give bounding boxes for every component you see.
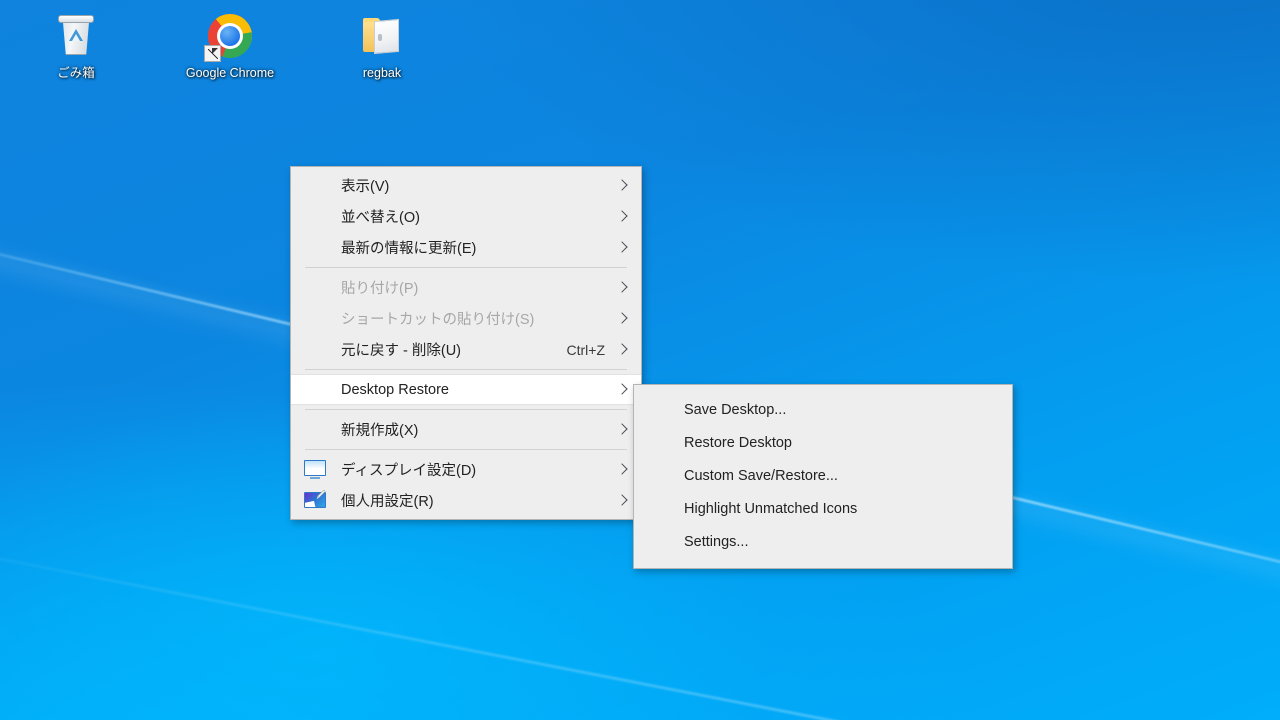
- chevron-placeholder: [615, 342, 631, 358]
- desktop-icon-label: regbak: [362, 66, 402, 80]
- desktop-icon-label: ごみ箱: [57, 66, 95, 80]
- menu-item-desktop-restore[interactable]: Desktop Restore: [291, 374, 641, 405]
- shortcut-arrow-icon: [204, 45, 221, 62]
- chevron-right-icon: [615, 382, 631, 398]
- submenu-item-label: Save Desktop...: [684, 401, 787, 418]
- menu-separator: [305, 267, 627, 268]
- desktop-restore-submenu[interactable]: Save Desktop... Restore Desktop Custom Sav…: [633, 384, 1013, 569]
- menu-item-paste: 貼り付け(P): [291, 272, 641, 303]
- menu-item-undo-delete[interactable]: 元に戻す - 削除(U) Ctrl+Z: [291, 334, 641, 365]
- submenu-item-highlight-unmatched[interactable]: Highlight Unmatched Icons: [634, 492, 1012, 525]
- menu-item-label: ディスプレイ設定(D): [341, 463, 477, 479]
- menu-item-label: Desktop Restore: [341, 381, 449, 398]
- folder-icon: [356, 10, 408, 62]
- menu-item-display-settings[interactable]: ディスプレイ設定(D): [291, 454, 641, 485]
- desktop-icon-recycle-bin[interactable]: ごみ箱: [24, 10, 128, 81]
- menu-item-personalize[interactable]: 個人用設定(R): [291, 485, 641, 516]
- submenu-item-settings[interactable]: Settings...: [634, 525, 1012, 558]
- submenu-item-custom-save-restore[interactable]: Custom Save/Restore...: [634, 459, 1012, 492]
- menu-item-label: 元に戻す - 削除(U): [341, 343, 462, 359]
- menu-item-label: 並べ替え(O): [341, 210, 420, 226]
- chevron-placeholder: [615, 311, 631, 327]
- submenu-item-label: Highlight Unmatched Icons: [684, 500, 858, 517]
- chevron-placeholder: [615, 462, 631, 478]
- chevron-placeholder: [615, 493, 631, 509]
- submenu-item-label: Restore Desktop: [684, 434, 792, 451]
- submenu-item-label: Custom Save/Restore...: [684, 467, 838, 484]
- menu-item-shortcut: Ctrl+Z: [566, 341, 606, 358]
- desktop-icon-label: Google Chrome: [185, 66, 275, 80]
- submenu-item-restore-desktop[interactable]: Restore Desktop: [634, 426, 1012, 459]
- chrome-icon: [204, 10, 256, 62]
- chevron-right-icon: [615, 178, 631, 194]
- menu-item-new[interactable]: 新規作成(X): [291, 414, 641, 445]
- menu-item-label: 個人用設定(R): [341, 494, 434, 510]
- desktop-background[interactable]: ごみ箱 Google Chrome regbak 表示(V) 並べ替え(O) 最新の…: [0, 0, 1280, 720]
- desktop-context-menu[interactable]: 表示(V) 並べ替え(O) 最新の情報に更新(E) 貼り付け(P) ショートカットの貼り…: [290, 166, 642, 520]
- menu-separator: [305, 449, 627, 450]
- menu-item-label: ショートカットの貼り付け(S): [341, 312, 535, 328]
- chevron-right-icon: [615, 209, 631, 225]
- submenu-item-label: Settings...: [684, 533, 749, 550]
- menu-item-sort-by[interactable]: 並べ替え(O): [291, 201, 641, 232]
- chevron-placeholder: [615, 240, 631, 256]
- menu-separator: [305, 409, 627, 410]
- desktop-icon-regbak[interactable]: regbak: [330, 10, 434, 81]
- menu-item-label: 表示(V): [341, 179, 390, 195]
- menu-item-refresh[interactable]: 最新の情報に更新(E): [291, 232, 641, 263]
- menu-item-label: 貼り付け(P): [341, 281, 419, 297]
- desktop-icon-google-chrome[interactable]: Google Chrome: [178, 10, 282, 81]
- submenu-item-save-desktop[interactable]: Save Desktop...: [634, 393, 1012, 426]
- monitor-icon: [303, 459, 331, 481]
- menu-separator: [305, 369, 627, 370]
- menu-item-label: 新規作成(X): [341, 423, 419, 439]
- menu-item-paste-shortcut: ショートカットの貼り付け(S): [291, 303, 641, 334]
- personalize-icon: [303, 489, 331, 512]
- recycle-bin-icon: [50, 10, 102, 62]
- menu-item-view[interactable]: 表示(V): [291, 170, 641, 201]
- chevron-placeholder: [615, 280, 631, 296]
- menu-item-label: 最新の情報に更新(E): [341, 241, 477, 257]
- chevron-right-icon: [615, 422, 631, 438]
